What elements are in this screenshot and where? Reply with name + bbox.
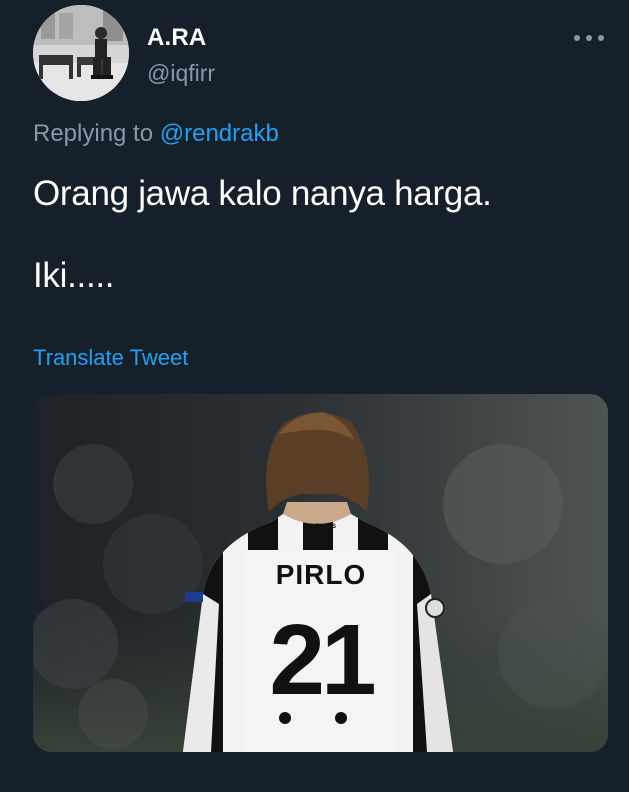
display-name[interactable]: A.RA [147, 24, 206, 52]
translate-tweet-link[interactable]: Translate Tweet [33, 345, 188, 371]
media-photo: JUVENTUS PIRLO 21 [33, 394, 608, 752]
jersey-number-text: 21 [269, 604, 374, 716]
tweet-media-image[interactable]: JUVENTUS PIRLO 21 [33, 394, 608, 752]
tweet: A.RA @iqfirr Replying to @rendrakb Orang… [0, 0, 629, 792]
jersey-name-text: PIRLO [276, 559, 367, 590]
tweet-text-line-2: Iki..... [33, 256, 115, 295]
avatar-photo [33, 5, 129, 101]
replying-to: Replying to @rendrakb [33, 120, 279, 148]
more-horizontal-icon[interactable] [571, 26, 607, 50]
user-handle[interactable]: @iqfirr [147, 60, 215, 87]
avatar[interactable] [33, 5, 129, 101]
reply-mention-link[interactable]: @rendrakb [160, 120, 279, 147]
replying-to-label: Replying to [33, 120, 154, 147]
jersey-club-text: JUVENTUS [304, 524, 336, 530]
tweet-text-line-1: Orang jawa kalo nanya harga. [33, 174, 492, 213]
